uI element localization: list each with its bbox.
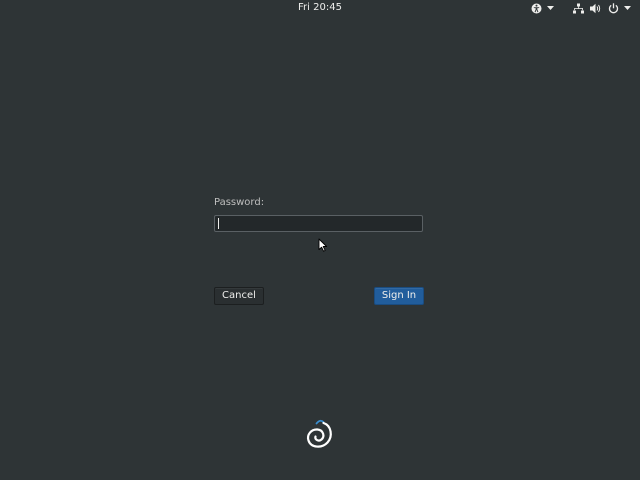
volume-icon[interactable]: [589, 2, 602, 14]
login-screen: Fri 20:45 Password: Cancel Sign In: [0, 0, 640, 480]
chevron-down-icon[interactable]: [546, 2, 554, 14]
debian-swirl-icon: [305, 418, 335, 452]
password-label: Password:: [214, 197, 265, 208]
accessibility-icon[interactable]: [530, 2, 542, 14]
chevron-down-icon[interactable]: [623, 2, 631, 14]
top-bar: Fri 20:45: [0, 0, 640, 16]
clock[interactable]: Fri 20:45: [0, 1, 640, 15]
password-field[interactable]: [214, 215, 423, 232]
cancel-button[interactable]: Cancel: [214, 287, 264, 305]
power-icon[interactable]: [607, 2, 619, 14]
sign-in-button[interactable]: Sign In: [374, 287, 424, 305]
mouse-pointer-icon: [318, 237, 328, 256]
network-wired-icon[interactable]: [572, 2, 584, 14]
text-caret: [218, 218, 219, 229]
